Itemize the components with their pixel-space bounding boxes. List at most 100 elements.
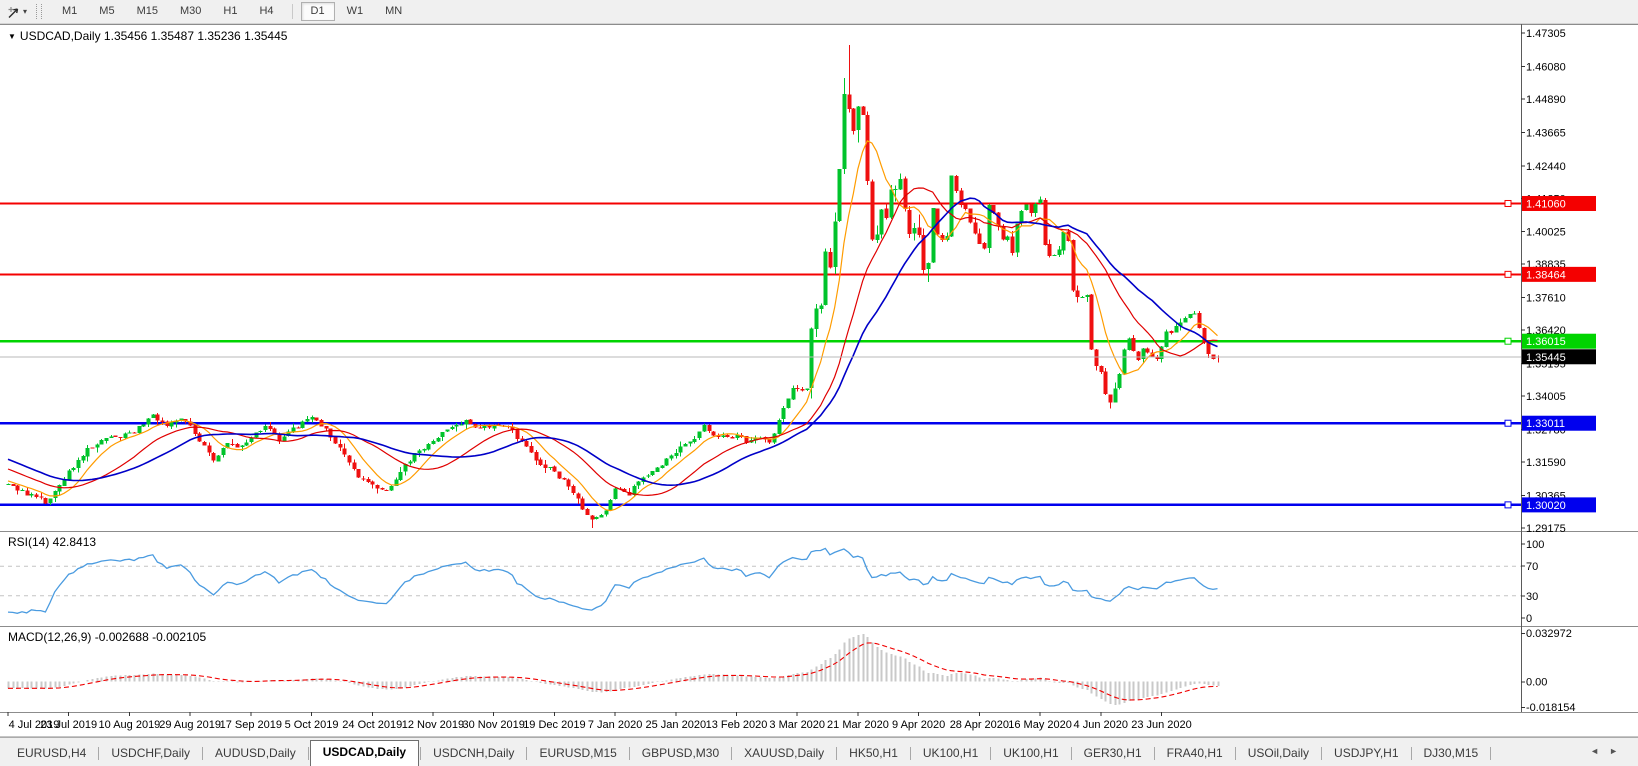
svg-text:19 Dec 2019: 19 Dec 2019 [523,719,585,731]
chart-tab-USOil,Daily[interactable]: USOil,Daily [1237,742,1320,766]
chart-tab-DJ30,M15[interactable]: DJ30,M15 [1413,742,1490,766]
timeframe-button-M15[interactable]: M15 [127,2,168,21]
tab-separator [990,747,992,760]
horizontal-level-lines[interactable] [0,199,1521,509]
moving-average-8 [7,139,1218,512]
tab-separator [836,747,838,760]
svg-text:7 Jan 2020: 7 Jan 2020 [588,719,642,731]
chart-tab-USDCHF,Daily[interactable]: USDCHF,Daily [100,742,201,766]
timeframe-button-D1[interactable]: D1 [300,2,335,21]
timeframe-toolbar: ▾ M1 M5 M15 M30 H1 H4 D1 W1 MN [0,0,1638,24]
chart-tab-FRA40,H1[interactable]: FRA40,H1 [1156,742,1234,766]
svg-text:1.43665: 1.43665 [1526,127,1566,139]
symbol-tabs: EURUSD,H4 USDCHF,Daily AUDUSD,Daily USDCAD,… [6,740,1492,766]
timeframe-button-W1[interactable]: W1 [337,2,374,21]
chart-canvas: 1.473051.460801.448901.436651.424401.412… [0,24,1638,738]
timeframe-button-MN[interactable]: MN [375,2,412,21]
svg-text:1.30020: 1.30020 [1526,500,1566,512]
rsi-panel: 100 70 30 0 [0,539,1544,625]
symbol-tab-bar: EURUSD,H4 USDCHF,Daily AUDUSD,Daily USDCAD,… [0,737,1638,766]
date-axis: 4 Jul 201923 Jul 2019 10 Aug 201929 Aug 2… [7,712,1192,731]
candles [6,44,1221,528]
chart-title-caret[interactable]: ▼ [8,32,16,41]
chart-tab-XAUUSD,Daily[interactable]: XAUUSD,Daily [733,742,835,766]
svg-text:12 Nov 2019: 12 Nov 2019 [402,719,464,731]
svg-text:17 Sep 2019: 17 Sep 2019 [220,719,282,731]
chart-tab-USDCAD,Daily[interactable]: USDCAD,Daily [309,740,420,766]
tab-separator [98,747,100,760]
tab-separator [420,747,422,760]
tabs-scroll-left-icon[interactable]: ◄ [1590,746,1609,756]
chart-tab-UK100,H1[interactable]: UK100,H1 [912,742,989,766]
timeframe-button-M1[interactable]: M1 [52,2,87,21]
cursor-tool-caret[interactable]: ▾ [23,7,27,16]
svg-text:1.36015: 1.36015 [1526,336,1566,348]
chart-tab-USDCNH,Daily[interactable]: USDCNH,Daily [422,742,525,766]
chart-tab-HK50,H1[interactable]: HK50,H1 [838,742,909,766]
svg-text:1.33011: 1.33011 [1526,418,1565,430]
svg-text:29 Aug 2019: 29 Aug 2019 [159,719,221,731]
timeframe-button-M5[interactable]: M5 [89,2,124,21]
svg-text:1.34005: 1.34005 [1526,391,1566,403]
svg-text:70: 70 [1526,561,1538,573]
rsi-indicator-label: RSI(14) 42.8413 [8,535,97,549]
svg-text:21 Mar 2020: 21 Mar 2020 [827,719,889,731]
panel-borders [0,24,1638,738]
tab-separator [526,747,528,760]
svg-text:23 Jul 2019: 23 Jul 2019 [40,719,97,731]
price-tags: 1.41060 1.38464 1.36015 1.33011 1.30020 1.354… [0,195,1596,513]
cursor-tool-icon[interactable] [4,3,22,21]
tab-separator [1321,747,1323,760]
svg-text:1.44890: 1.44890 [1526,94,1566,106]
moving-averages [7,139,1218,512]
svg-text:4 Jun 2020: 4 Jun 2020 [1074,719,1128,731]
chart-tab-GER30,H1[interactable]: GER30,H1 [1073,742,1153,766]
timeframe-button-H4[interactable]: H4 [249,2,283,21]
level-anchor-marker[interactable] [1504,337,1512,345]
svg-text:1.38464: 1.38464 [1526,269,1566,281]
svg-text:3 Mar 2020: 3 Mar 2020 [769,719,825,731]
chart-tab-AUDUSD,Daily[interactable]: AUDUSD,Daily [204,742,307,766]
svg-text:10 Aug 2019: 10 Aug 2019 [99,719,161,731]
svg-text:1.35445: 1.35445 [1526,352,1566,364]
chart-tab-USDJPY,H1[interactable]: USDJPY,H1 [1323,742,1409,766]
svg-text:28 Apr 2020: 28 Apr 2020 [950,719,1009,731]
tab-separator [1490,747,1492,760]
svg-text:1.42440: 1.42440 [1526,161,1566,173]
level-anchor-marker[interactable] [1504,270,1512,278]
chart-title: ▼ USDCAD,Daily 1.35456 1.35487 1.35236 1.… [8,29,287,43]
timeframe-button-H1[interactable]: H1 [213,2,247,21]
svg-text:24 Oct 2019: 24 Oct 2019 [342,719,402,731]
svg-text:0.032972: 0.032972 [1526,628,1572,640]
chart-tab-EURUSD,H4[interactable]: EURUSD,H4 [6,742,97,766]
level-anchor-marker[interactable] [1504,501,1512,509]
svg-text:1.41060: 1.41060 [1526,198,1566,210]
tabs-scroll-right-icon[interactable]: ► [1609,746,1628,756]
chart-tab-EURUSD,M15[interactable]: EURUSD,M15 [528,742,627,766]
svg-text:5 Oct 2019: 5 Oct 2019 [285,719,339,731]
toolbar-drag-handle[interactable] [36,4,43,19]
tab-scroll-arrows: ◄► [1590,746,1628,756]
level-anchor-marker[interactable] [1504,199,1512,207]
tab-separator [909,747,911,760]
timeframe-button-M30[interactable]: M30 [170,2,211,21]
svg-text:1.37610: 1.37610 [1526,293,1566,305]
timeframe-buttons: M1 M5 M15 M30 H1 H4 D1 W1 MN [51,2,413,21]
tab-separator [628,747,630,760]
tab-separator [1234,747,1236,760]
chart-tab-GBPUSD,M30[interactable]: GBPUSD,M30 [631,742,730,766]
svg-text:30: 30 [1526,591,1538,603]
svg-text:13 Feb 2020: 13 Feb 2020 [706,719,768,731]
svg-text:0: 0 [1526,613,1532,625]
tab-separator [1070,747,1072,760]
tab-separator [1410,747,1412,760]
tab-separator [731,747,733,760]
svg-text:-0.018154: -0.018154 [1526,702,1576,714]
svg-text:23 Jun 2020: 23 Jun 2020 [1131,719,1192,731]
level-anchor-marker[interactable] [1504,419,1512,427]
chart-tab-UK100,H1[interactable]: UK100,H1 [992,742,1069,766]
tab-separator [202,747,204,760]
svg-text:1.31590: 1.31590 [1526,457,1566,469]
svg-text:9 Apr 2020: 9 Apr 2020 [892,719,945,731]
toolbar-separator [291,4,293,19]
